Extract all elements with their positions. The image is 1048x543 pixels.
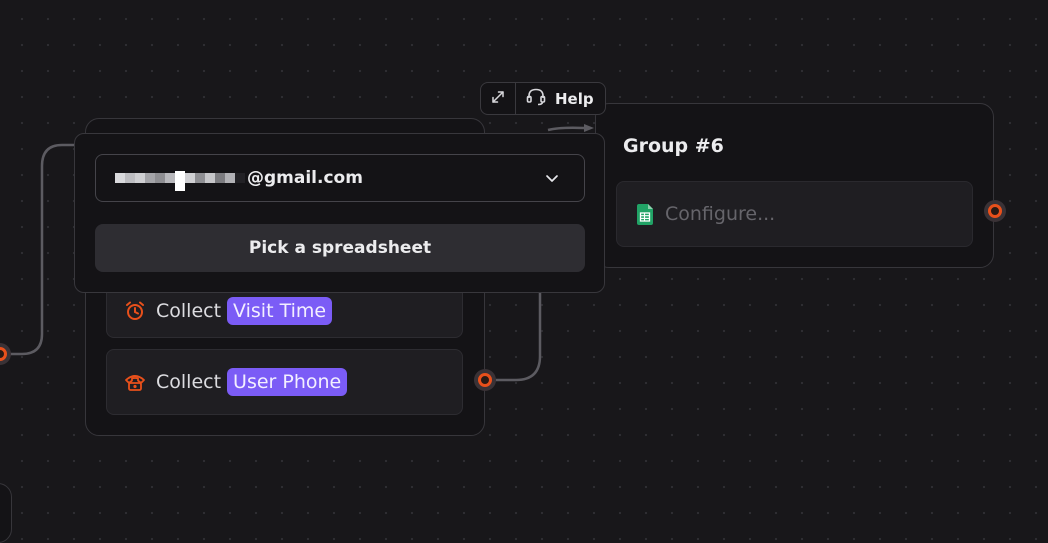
block-label: Collect xyxy=(156,371,222,393)
edge-anchor[interactable] xyxy=(478,373,492,387)
google-sheets-block[interactable]: Configure... xyxy=(616,181,973,247)
google-sheets-icon xyxy=(637,203,653,225)
group-card-partial[interactable] xyxy=(0,483,12,543)
help-button[interactable]: Help xyxy=(526,87,594,110)
phone-icon xyxy=(124,371,146,393)
variable-tag: Visit Time xyxy=(227,296,333,325)
group-title[interactable]: Group #6 xyxy=(623,135,724,157)
block-toolbar: Help xyxy=(480,82,606,115)
edge-anchor[interactable] xyxy=(0,347,7,361)
toolbar-divider xyxy=(515,83,516,114)
chevron-down-icon xyxy=(544,170,560,190)
block-label: Collect xyxy=(156,299,222,322)
edge-anchor[interactable] xyxy=(988,204,1002,218)
help-label: Help xyxy=(555,89,594,108)
expand-button[interactable] xyxy=(481,83,515,114)
pick-spreadsheet-button[interactable]: Pick a spreadsheet xyxy=(95,224,585,272)
collect-user-phone-block[interactable]: Collect User Phone xyxy=(106,349,463,415)
variable-tag: User Phone xyxy=(227,368,348,396)
redacted-email-name xyxy=(115,167,245,191)
expand-arrows-icon xyxy=(491,89,505,108)
account-select[interactable]: @gmail.com xyxy=(95,154,585,202)
google-sheets-settings-popover: @gmail.com Pick a spreadsheet xyxy=(74,133,605,293)
alarm-clock-icon xyxy=(124,300,146,322)
headset-icon xyxy=(526,87,546,110)
account-email: @gmail.com xyxy=(247,168,363,188)
configure-placeholder: Configure... xyxy=(665,203,776,225)
